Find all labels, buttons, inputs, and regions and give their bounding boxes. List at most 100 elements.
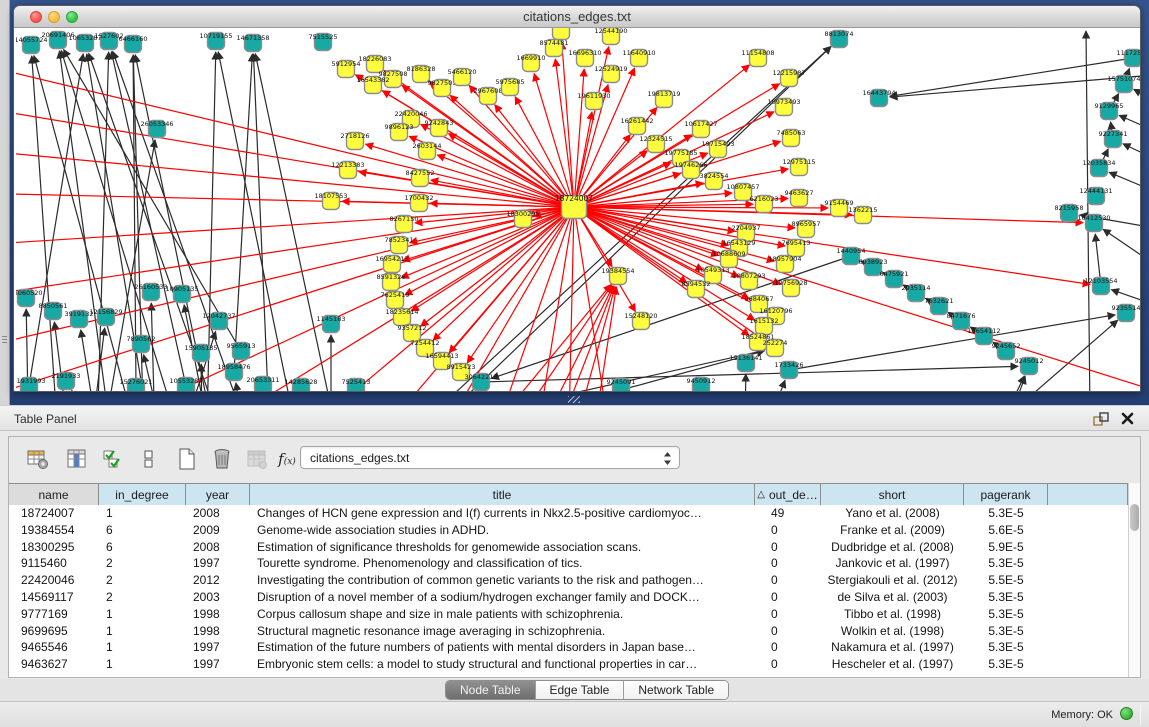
network-node[interactable]: 15724512: [544, 28, 577, 40]
cell-in_degree[interactable]: 1: [99, 505, 186, 522]
cell-pagerank[interactable]: 5.3E-5: [964, 589, 1048, 606]
red-edge[interactable]: [16, 207, 574, 251]
cell-year[interactable]: 2003: [186, 589, 250, 606]
black-edge[interactable]: [871, 376, 1024, 391]
cell-out_de…[interactable]: 0: [755, 572, 821, 589]
table-row[interactable]: 977716911998Corpus callosum shape and si…: [9, 606, 1128, 623]
cell-title[interactable]: Changes of HCN gene expression and I(f) …: [250, 505, 755, 522]
cell-out_de…[interactable]: 0: [755, 522, 821, 539]
network-node[interactable]: 16443794: [862, 89, 895, 107]
black-edge[interactable]: [890, 71, 1140, 97]
cell-pagerank[interactable]: 5.3E-5: [964, 505, 1048, 522]
network-node[interactable]: 1615132: [750, 317, 779, 335]
cell-filler[interactable]: [1048, 589, 1128, 606]
close-panel-icon[interactable]: [1120, 411, 1135, 426]
cell-short[interactable]: Jankovic et al. (1997): [821, 555, 964, 572]
network-node[interactable]: 9235514: [1112, 304, 1140, 322]
network-node[interactable]: 9245091: [607, 378, 636, 391]
network-node[interactable]: 11931993: [16, 377, 46, 391]
network-node[interactable]: 12042737: [202, 312, 235, 330]
network-node[interactable]: 2718126: [341, 132, 370, 150]
cell-name[interactable]: 9699695: [9, 623, 99, 640]
column-header-title[interactable]: title: [250, 484, 755, 505]
table-vertical-scrollbar[interactable]: [1128, 483, 1140, 677]
cell-out_de…[interactable]: 0: [755, 639, 821, 656]
network-node[interactable]: 11154808: [741, 49, 774, 67]
cell-name[interactable]: 18300295: [9, 539, 99, 556]
cell-out_de…[interactable]: 0: [755, 656, 821, 673]
column-header-filler[interactable]: [1048, 484, 1128, 505]
red-edge[interactable]: [16, 91, 574, 207]
cell-short[interactable]: de Silva et al. (2003): [821, 589, 964, 606]
network-node[interactable]: 11640910: [622, 49, 655, 67]
new-table-icon[interactable]: [175, 447, 199, 471]
table-row[interactable]: 2242004622012Investigating the contribut…: [9, 572, 1128, 589]
network-node[interactable]: 7695413: [782, 239, 811, 257]
black-edge[interactable]: [890, 58, 1133, 96]
network-node[interactable]: 9245012: [1015, 357, 1044, 375]
tab-edge-table[interactable]: Edge Table: [536, 681, 625, 699]
network-node[interactable]: 8850561: [39, 302, 68, 320]
cell-title[interactable]: Embryonic stem cells: a model to study s…: [250, 656, 755, 673]
cell-pagerank[interactable]: 5.3E-5: [964, 623, 1048, 640]
table-settings-icon[interactable]: [26, 447, 50, 471]
split-divider-grip-icon[interactable]: [568, 396, 580, 403]
scrollbar-thumb[interactable]: [1130, 504, 1139, 531]
row-height-icon[interactable]: [137, 447, 161, 471]
cell-year[interactable]: 1998: [186, 606, 250, 623]
network-node[interactable]: 2191933: [52, 372, 81, 390]
black-edge[interactable]: [1109, 172, 1140, 211]
network-node[interactable]: 1145183: [317, 315, 346, 333]
black-edge[interactable]: [201, 52, 216, 391]
black-edge[interactable]: [59, 51, 121, 391]
column-header-out_de…[interactable]: △out_de…: [755, 484, 821, 505]
network-node[interactable]: 9896123: [385, 123, 414, 141]
table-row[interactable]: 1830029562008Estimation of significance …: [9, 539, 1128, 556]
cell-pagerank[interactable]: 5.5E-5: [964, 572, 1048, 589]
network-node[interactable]: 16261442: [620, 117, 653, 135]
collapsed-panel-strip[interactable]: [0, 0, 10, 405]
cell-short[interactable]: Yano et al. (2008): [821, 505, 964, 522]
network-node[interactable]: 9227341: [1099, 130, 1128, 148]
cell-in_degree[interactable]: 1: [99, 623, 186, 640]
table-row[interactable]: 946554611997Estimation of the future num…: [9, 639, 1128, 656]
network-node[interactable]: 2603144: [413, 142, 442, 160]
function-builder-icon[interactable]: f(x): [275, 447, 299, 471]
network-node[interactable]: 9129965: [1095, 102, 1124, 120]
cell-out_de…[interactable]: 49: [755, 505, 821, 522]
cell-in_degree[interactable]: 6: [99, 539, 186, 556]
cell-pagerank[interactable]: 5.3E-5: [964, 555, 1048, 572]
network-window-titlebar[interactable]: citations_edges.txt: [14, 6, 1140, 28]
network-node[interactable]: 19756928: [774, 279, 807, 297]
cell-title[interactable]: Estimation of significance thresholds fo…: [250, 539, 755, 556]
cell-year[interactable]: 2008: [186, 505, 250, 522]
cell-title[interactable]: Corpus callosum shape and size in male p…: [250, 606, 755, 623]
network-node[interactable]: 7485063: [777, 129, 806, 147]
cell-in_degree[interactable]: 1: [99, 606, 186, 623]
cell-title[interactable]: Investigating the contribution of common…: [250, 572, 755, 589]
column-header-in_degree[interactable]: in_degree: [99, 484, 186, 505]
cell-pagerank[interactable]: 5.6E-5: [964, 522, 1048, 539]
cell-filler[interactable]: [1048, 656, 1128, 673]
table-row[interactable]: 911546021997Tourette syndrome. Phenomeno…: [9, 555, 1128, 572]
cell-title[interactable]: Tourette syndrome. Phenomenology and cla…: [250, 555, 755, 572]
cell-year[interactable]: 2012: [186, 572, 250, 589]
red-edge[interactable]: [574, 112, 592, 207]
cell-name[interactable]: 9115460: [9, 555, 99, 572]
network-node[interactable]: 12975115: [782, 158, 815, 176]
cell-short[interactable]: Hescheler et al. (1997): [821, 656, 964, 673]
network-node[interactable]: 12524919: [594, 65, 627, 83]
black-edge[interactable]: [1134, 89, 1140, 126]
cell-in_degree[interactable]: 2: [99, 589, 186, 606]
cell-filler[interactable]: [1048, 505, 1128, 522]
network-canvas[interactable]: 1872400759129541822608398275088186328982…: [16, 28, 1140, 391]
cell-title[interactable]: Genome-wide association studies in ADHD.: [250, 522, 755, 539]
network-node[interactable]: 18235614: [385, 308, 418, 326]
cell-filler[interactable]: [1048, 555, 1128, 572]
column-header-year[interactable]: year: [186, 484, 250, 505]
network-node[interactable]: 12544190: [594, 28, 627, 45]
cell-short[interactable]: Franke et al. (2009): [821, 522, 964, 539]
cell-out_de…[interactable]: 0: [755, 555, 821, 572]
column-header-name[interactable]: name: [9, 484, 99, 505]
cell-in_degree[interactable]: 1: [99, 656, 186, 673]
